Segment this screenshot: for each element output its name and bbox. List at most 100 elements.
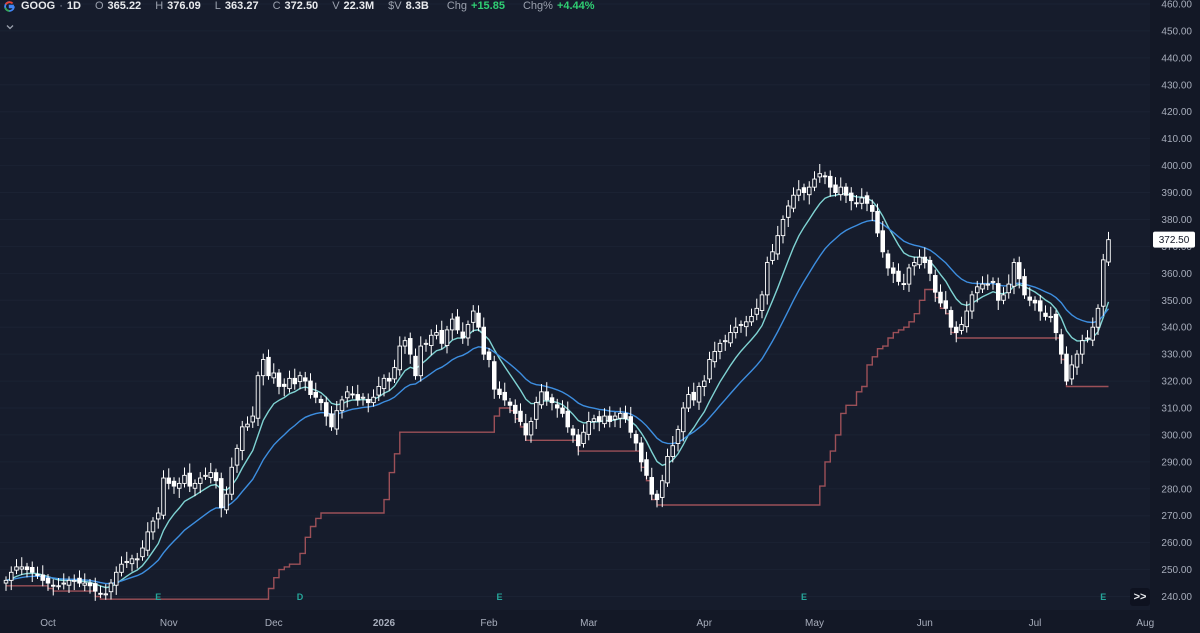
- candle[interactable]: [927, 256, 933, 282]
- candle[interactable]: [418, 336, 424, 382]
- candle[interactable]: [906, 263, 912, 292]
- candle[interactable]: [502, 382, 508, 406]
- candle[interactable]: [770, 243, 775, 265]
- candle[interactable]: [786, 200, 791, 228]
- candle[interactable]: [371, 389, 376, 407]
- candle[interactable]: [71, 574, 77, 591]
- candle[interactable]: [586, 411, 592, 441]
- candle[interactable]: [959, 316, 964, 335]
- candle[interactable]: [964, 301, 970, 333]
- candle[interactable]: [744, 315, 749, 337]
- candle[interactable]: [880, 221, 886, 258]
- candle[interactable]: [922, 247, 928, 269]
- candle[interactable]: [392, 359, 397, 383]
- candle[interactable]: [1037, 294, 1043, 321]
- candle[interactable]: [497, 381, 502, 399]
- candle[interactable]: [891, 262, 896, 284]
- candle[interactable]: [843, 183, 849, 204]
- candle[interactable]: [660, 474, 665, 508]
- candle[interactable]: [807, 181, 812, 205]
- candle[interactable]: [439, 320, 445, 350]
- candle[interactable]: [313, 382, 319, 404]
- candle[interactable]: [1064, 346, 1069, 386]
- candle[interactable]: [140, 540, 145, 561]
- candle[interactable]: [1032, 296, 1038, 311]
- candle[interactable]: [896, 263, 901, 286]
- candle[interactable]: [113, 566, 119, 595]
- candle[interactable]: [754, 298, 760, 321]
- candle[interactable]: [492, 355, 497, 399]
- candle[interactable]: [560, 400, 565, 418]
- candle[interactable]: [397, 336, 403, 376]
- candle[interactable]: [350, 386, 355, 399]
- candle[interactable]: [1069, 355, 1074, 385]
- candle[interactable]: [980, 276, 985, 293]
- candle[interactable]: [161, 470, 166, 520]
- candle[interactable]: [633, 430, 639, 451]
- candle[interactable]: [339, 395, 345, 419]
- candle[interactable]: [51, 579, 56, 596]
- candle[interactable]: [292, 368, 298, 390]
- candle[interactable]: [3, 576, 9, 591]
- candle[interactable]: [985, 274, 991, 291]
- candle[interactable]: [733, 317, 739, 339]
- candle[interactable]: [565, 401, 571, 433]
- candle[interactable]: [838, 177, 844, 201]
- price-chart[interactable]: E D E E E Oct Nov Dec 2026 Feb Mar Apr May Jun Jul Aug…: [0, 0, 1200, 633]
- candle[interactable]: [1058, 328, 1064, 364]
- candle[interactable]: [366, 393, 371, 413]
- earnings-marker[interactable]: E: [496, 592, 502, 602]
- candle[interactable]: [234, 444, 240, 473]
- candle[interactable]: [239, 420, 245, 461]
- candle[interactable]: [644, 451, 649, 480]
- candle[interactable]: [40, 565, 46, 587]
- candle[interactable]: [639, 437, 644, 472]
- candle[interactable]: [129, 554, 135, 572]
- candle[interactable]: [812, 171, 817, 192]
- candle[interactable]: [738, 320, 744, 333]
- candle[interactable]: [765, 256, 770, 305]
- candle[interactable]: [539, 384, 544, 409]
- candle[interactable]: [171, 477, 177, 494]
- candle[interactable]: [901, 273, 907, 291]
- candle[interactable]: [791, 187, 796, 213]
- candle[interactable]: [938, 284, 943, 307]
- earnings-marker[interactable]: E: [1100, 592, 1106, 602]
- candle[interactable]: [528, 417, 534, 443]
- candle[interactable]: [134, 552, 140, 569]
- candle[interactable]: [1043, 305, 1048, 321]
- candle[interactable]: [423, 339, 429, 352]
- candle[interactable]: [717, 339, 723, 360]
- candle[interactable]: [954, 321, 959, 343]
- candle[interactable]: [969, 290, 975, 319]
- candle[interactable]: [749, 308, 754, 326]
- candle[interactable]: [1074, 350, 1080, 375]
- candle[interactable]: [707, 351, 712, 383]
- candle[interactable]: [864, 191, 870, 212]
- candle[interactable]: [759, 290, 765, 319]
- candle[interactable]: [665, 448, 670, 487]
- candle[interactable]: [1079, 334, 1085, 364]
- earnings-marker[interactable]: E: [155, 592, 161, 602]
- candle[interactable]: [250, 406, 255, 428]
- interval-label[interactable]: 1D: [67, 0, 81, 12]
- candle[interactable]: [476, 305, 481, 332]
- candle[interactable]: [1053, 310, 1059, 341]
- candle[interactable]: [943, 291, 949, 315]
- candle[interactable]: [287, 370, 292, 393]
- candle[interactable]: [297, 371, 303, 390]
- candle[interactable]: [182, 467, 187, 488]
- candle[interactable]: [155, 507, 161, 529]
- candle[interactable]: [150, 517, 156, 540]
- candle[interactable]: [192, 479, 198, 497]
- candle[interactable]: [77, 570, 82, 588]
- candle[interactable]: [471, 305, 476, 333]
- candle[interactable]: [460, 322, 466, 344]
- candle[interactable]: [24, 562, 30, 578]
- candle[interactable]: [145, 522, 150, 557]
- candle[interactable]: [119, 556, 124, 577]
- candle[interactable]: [1048, 306, 1053, 323]
- chevron-down-icon[interactable]: [5, 22, 17, 34]
- candle[interactable]: [686, 386, 691, 413]
- candle[interactable]: [618, 407, 623, 428]
